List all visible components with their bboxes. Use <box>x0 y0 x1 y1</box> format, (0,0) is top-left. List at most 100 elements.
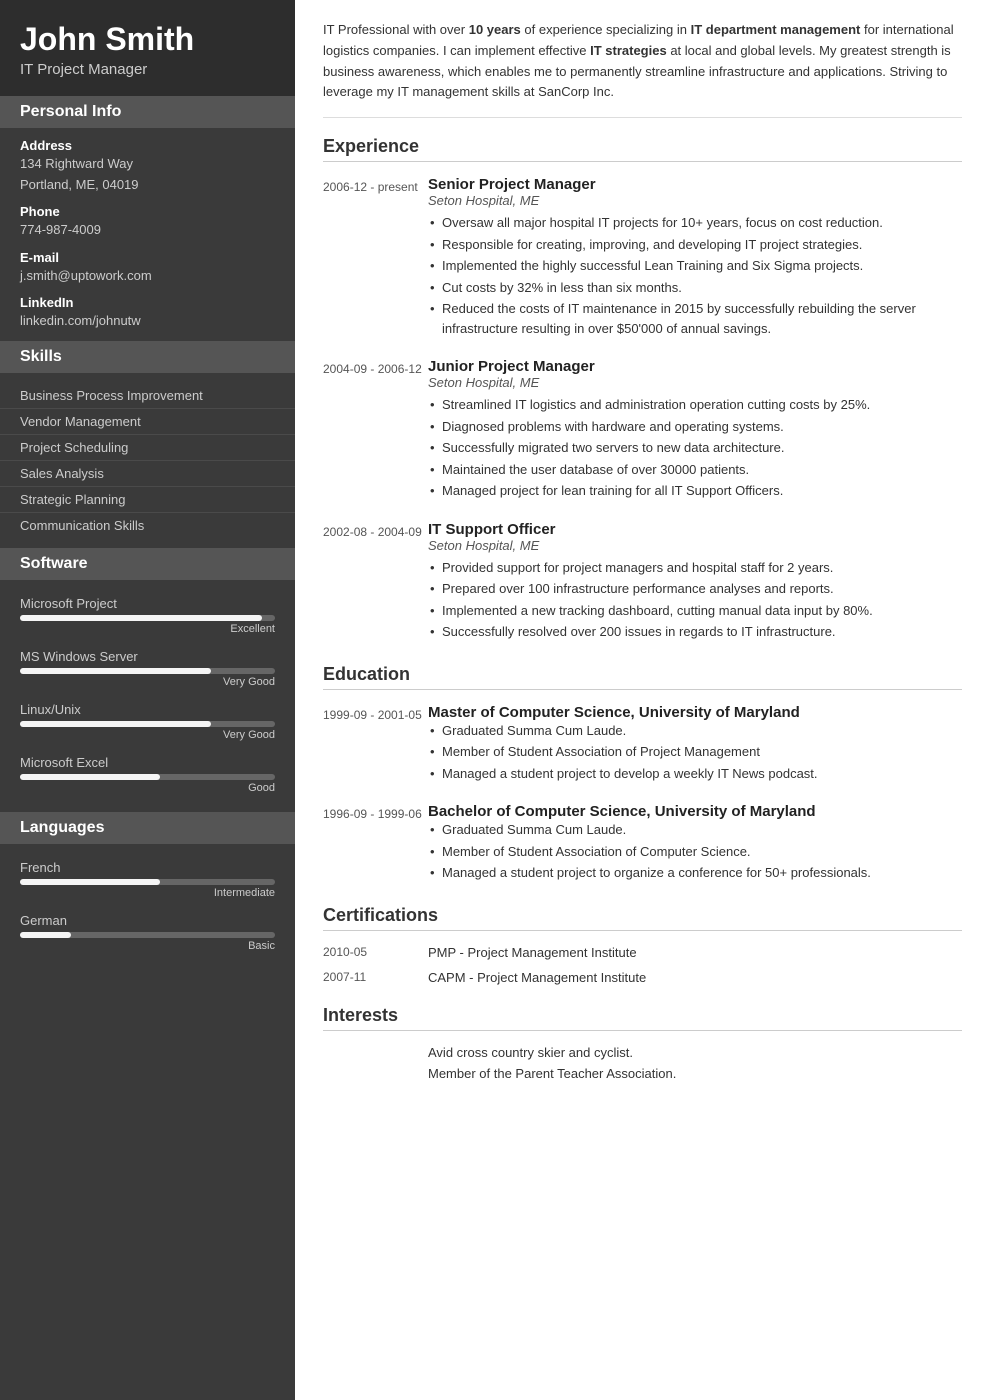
language-item: French Intermediate <box>0 854 295 907</box>
experience-heading: Experience <box>323 136 962 162</box>
entry-bullet: Maintained the user database of over 300… <box>428 460 962 480</box>
language-item: GermanBasic <box>0 907 295 960</box>
linkedin-label: LinkedIn <box>0 295 295 310</box>
entry-title: IT Support Officer <box>428 521 962 538</box>
software-bar-fill <box>20 615 262 621</box>
entry-body: IT Support OfficerSeton Hospital, ME Prov… <box>428 521 962 644</box>
phone-value: 774-987-4009 <box>0 219 295 240</box>
software-name: Microsoft Project <box>20 596 275 611</box>
interest-spacer <box>323 1066 428 1081</box>
language-name: French <box>20 860 275 875</box>
skill-item: Communication Skills <box>0 513 295 538</box>
education-section: Education 1999-09 - 2001-05Master of Com… <box>323 664 962 885</box>
address-label: Address <box>0 138 295 153</box>
entry-bullet: Graduated Summa Cum Laude. <box>428 721 962 741</box>
software-heading: Software <box>0 548 295 580</box>
resume: John Smith IT Project Manager Personal I… <box>0 0 990 1400</box>
entry-date: 1996-09 - 1999-06 <box>323 803 428 885</box>
personal-info-section: Personal Info Address 134 Rightward Way … <box>0 96 295 341</box>
entry-bullet: Responsible for creating, improving, and… <box>428 235 962 255</box>
entry-title: Junior Project Manager <box>428 358 962 375</box>
entry: 2004-09 - 2006-12Junior Project ManagerS… <box>323 358 962 503</box>
certifications-section: Certifications 2010-05PMP - Project Mana… <box>323 905 962 985</box>
cert-label: PMP - Project Management Institute <box>428 945 637 960</box>
education-heading: Education <box>323 664 962 690</box>
language-bar <box>20 879 275 885</box>
entry-bullets: Provided support for project managers an… <box>428 558 962 642</box>
entry-bullet: Implemented the highly successful Lean T… <box>428 256 962 276</box>
skills-heading: Skills <box>0 341 295 373</box>
skill-item: Business Process Improvement <box>0 383 295 409</box>
software-section: Software Microsoft ProjectExcellentMS Wi… <box>0 548 295 812</box>
entry: 1999-09 - 2001-05Master of Computer Scie… <box>323 704 962 786</box>
entry-bullet: Graduated Summa Cum Laude. <box>428 820 962 840</box>
experience-entries: 2006-12 - presentSenior Project ManagerS… <box>323 176 962 644</box>
entry-bullet: Oversaw all major hospital IT projects f… <box>428 213 962 233</box>
personal-info-heading: Personal Info <box>0 96 295 128</box>
language-bar-fill <box>20 879 160 885</box>
entry-body: Senior Project ManagerSeton Hospital, ME… <box>428 176 962 340</box>
education-entries: 1999-09 - 2001-05Master of Computer Scie… <box>323 704 962 885</box>
address-line2: Portland, ME, 04019 <box>0 174 295 195</box>
entry-title: Master of Computer Science, University o… <box>428 704 962 721</box>
software-bar-fill <box>20 774 160 780</box>
linkedin-value: linkedin.com/johnutw <box>0 310 295 331</box>
software-bar <box>20 668 275 674</box>
software-bar <box>20 774 275 780</box>
languages-list: French Intermediate GermanBasic <box>0 854 295 960</box>
software-item: Microsoft ProjectExcellent <box>0 590 295 643</box>
skill-item: Strategic Planning <box>0 487 295 513</box>
certifications-heading: Certifications <box>323 905 962 931</box>
entry: 2002-08 - 2004-09IT Support OfficerSeton… <box>323 521 962 644</box>
entry-bullet: Streamlined IT logistics and administrat… <box>428 395 962 415</box>
software-name: Linux/Unix <box>20 702 275 717</box>
entry-date: 2004-09 - 2006-12 <box>323 358 428 503</box>
entry-bullets: Graduated Summa Cum Laude.Member of Stud… <box>428 721 962 784</box>
software-item: MS Windows Server Very Good <box>0 643 295 696</box>
sidebar-header: John Smith IT Project Manager <box>0 0 295 96</box>
interest-entry: Member of the Parent Teacher Association… <box>323 1066 962 1081</box>
interest-text: Member of the Parent Teacher Association… <box>428 1066 676 1081</box>
skill-item: Sales Analysis <box>0 461 295 487</box>
software-level-label: Very Good <box>20 676 275 688</box>
entry: 2006-12 - presentSenior Project ManagerS… <box>323 176 962 340</box>
entry-bullet: Member of Student Association of Compute… <box>428 842 962 862</box>
entry-bullet: Prepared over 100 infrastructure perform… <box>428 579 962 599</box>
entry-body: Junior Project ManagerSeton Hospital, ME… <box>428 358 962 503</box>
sidebar: John Smith IT Project Manager Personal I… <box>0 0 295 1400</box>
interest-spacer <box>323 1045 428 1060</box>
software-bar <box>20 721 275 727</box>
software-name: Microsoft Excel <box>20 755 275 770</box>
cert-entry: 2007-11CAPM - Project Management Institu… <box>323 970 962 985</box>
language-level-label: Intermediate <box>20 887 275 899</box>
software-bar <box>20 615 275 621</box>
entry-subtitle: Seton Hospital, ME <box>428 538 962 553</box>
entry: 1996-09 - 1999-06Bachelor of Computer Sc… <box>323 803 962 885</box>
entry-subtitle: Seton Hospital, ME <box>428 193 962 208</box>
entry-title: Senior Project Manager <box>428 176 962 193</box>
cert-entry: 2010-05PMP - Project Management Institut… <box>323 945 962 960</box>
software-level-label: Good <box>20 782 275 794</box>
entry-bullet: Managed a student project to organize a … <box>428 863 962 883</box>
entry-bullet: Cut costs by 32% in less than six months… <box>428 278 962 298</box>
software-name: MS Windows Server <box>20 649 275 664</box>
entry-bullet: Reduced the costs of IT maintenance in 2… <box>428 299 962 338</box>
languages-section: Languages FrenchIntermediateGermanBasic <box>0 812 295 970</box>
entry-date: 1999-09 - 2001-05 <box>323 704 428 786</box>
software-level-label: Very Good <box>20 729 275 741</box>
cert-date: 2007-11 <box>323 970 428 985</box>
entry-body: Bachelor of Computer Science, University… <box>428 803 962 885</box>
interests-section: Interests Avid cross country skier and c… <box>323 1005 962 1081</box>
cert-entries: 2010-05PMP - Project Management Institut… <box>323 945 962 985</box>
entry-bullet: Member of Student Association of Project… <box>428 742 962 762</box>
skills-list: Business Process ImprovementVendor Manag… <box>0 383 295 538</box>
email-label: E-mail <box>0 250 295 265</box>
skills-section: Skills Business Process ImprovementVendo… <box>0 341 295 548</box>
language-bar-fill <box>20 932 71 938</box>
cert-label: CAPM - Project Management Institute <box>428 970 646 985</box>
language-name: German <box>20 913 275 928</box>
entry-bullet: Managed a student project to develop a w… <box>428 764 962 784</box>
software-bar-fill <box>20 668 211 674</box>
entry-bullets: Streamlined IT logistics and administrat… <box>428 395 962 501</box>
software-list: Microsoft ProjectExcellentMS Windows Ser… <box>0 590 295 802</box>
